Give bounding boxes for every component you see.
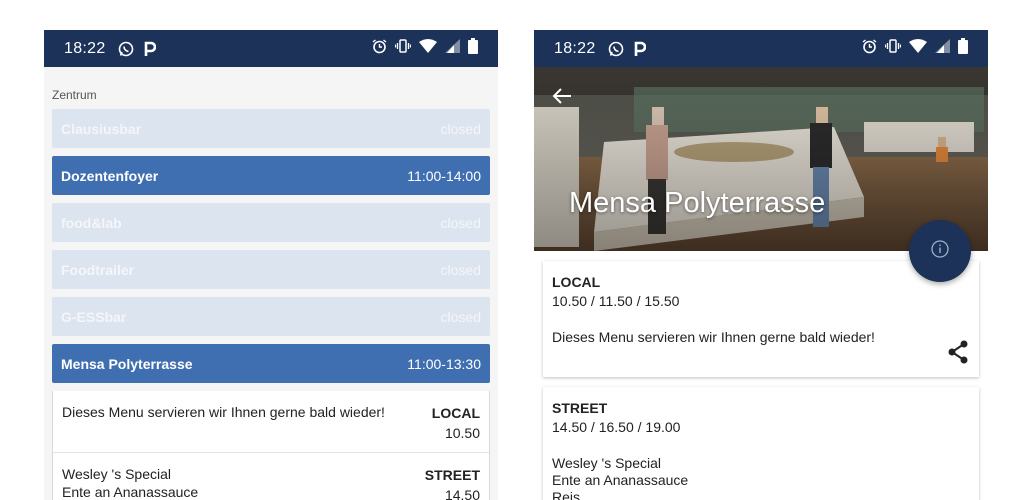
venue-hours: 11:00-13:30: [407, 355, 481, 372]
menu-list: Dieses Menu servieren wir Ihnen gerne ba…: [52, 391, 490, 500]
menu-desc-line: Ente an Ananassauce: [552, 472, 689, 488]
status-time: 18:22: [554, 39, 596, 57]
venue-row-food-lab[interactable]: food&lab closed: [52, 203, 490, 242]
venue-name: Mensa Polyterrasse: [61, 355, 193, 372]
menu-row[interactable]: Wesley 's Special Ente an Ananassauce ST…: [53, 453, 489, 500]
vibrate-icon: [884, 39, 902, 58]
menu-prices: 10.50 / 11.50 / 15.50: [552, 293, 680, 309]
signal-icon: [445, 39, 460, 58]
venue-row-clausiusbar[interactable]: Clausiusbar closed: [52, 109, 490, 148]
alarm-icon: [862, 38, 877, 59]
menu-category: LOCAL: [431, 405, 480, 421]
menu-card-street: STREET 14.50 / 16.50 / 19.00 Wesley 's S…: [543, 387, 979, 500]
cafeteria-photo: [534, 67, 988, 251]
venue-hours: 11:00-14:00: [407, 167, 481, 184]
left-screen: 18:22 Zentrum Clausiusbar closed Dozente…: [44, 30, 498, 500]
menu-description: Dieses Menu servieren wir Ihnen gerne ba…: [552, 329, 970, 346]
menu-desc-line: Reis: [552, 489, 581, 500]
back-arrow-icon[interactable]: [552, 87, 572, 105]
status-time: 18:22: [64, 39, 106, 57]
menu-price: 10.50: [444, 425, 480, 441]
battery-icon: [958, 38, 968, 59]
venue-name: G-ESSbar: [61, 308, 127, 325]
venue-hours: closed: [440, 308, 481, 325]
signal-icon: [935, 39, 950, 58]
menu-description: Dieses Menu servieren wir Ihnen gerne ba…: [62, 403, 385, 443]
venue-row-g-essbar[interactable]: G-ESSbar closed: [52, 297, 490, 336]
menu-meta: STREET 14.50: [425, 465, 480, 500]
battery-icon: [468, 38, 478, 59]
venue-name: Clausiusbar: [61, 120, 142, 137]
info-button[interactable]: [909, 220, 971, 282]
status-bar: 18:22: [44, 30, 498, 67]
menu-description: Wesley 's Special Ente an Ananassauce Re…: [552, 455, 970, 500]
whatsapp-icon: [608, 41, 624, 57]
section-label: Zentrum: [52, 88, 97, 102]
page-title: Mensa Polyterrasse: [569, 187, 826, 219]
menu-price: 14.50: [444, 487, 480, 500]
wifi-icon: [419, 39, 437, 58]
menu-card-local: LOCAL 10.50 / 11.50 / 15.50 Dieses Menu …: [543, 261, 979, 377]
venue-hours: closed: [440, 214, 481, 231]
share-icon[interactable]: [947, 340, 969, 367]
venue-row-mensa-polyterrasse[interactable]: Mensa Polyterrasse 11:00-13:30: [52, 344, 490, 383]
whatsapp-icon: [118, 41, 134, 57]
menu-prices: 14.50 / 16.50 / 19.00: [552, 419, 681, 435]
vibrate-icon: [394, 39, 412, 58]
menu-row[interactable]: Dieses Menu servieren wir Ihnen gerne ba…: [53, 391, 489, 453]
parking-icon: [634, 41, 646, 57]
venue-row-foodtrailer[interactable]: Foodtrailer closed: [52, 250, 490, 289]
menu-category: STREET: [552, 400, 608, 416]
menu-desc-line: Wesley 's Special: [62, 466, 172, 482]
menu-description: Wesley 's Special Ente an Ananassauce: [62, 465, 198, 500]
parking-icon: [144, 41, 156, 57]
status-bar: 18:22: [534, 30, 988, 67]
venue-name: Foodtrailer: [61, 261, 135, 278]
venue-name: Dozentenfoyer: [61, 167, 159, 184]
menu-desc-line: Ente an Ananassauce: [62, 484, 199, 500]
right-screen: 18:22 Mensa Polyterrasse LOCAL 10.50 / 1…: [534, 30, 988, 500]
menu-meta: LOCAL 10.50: [432, 403, 480, 443]
menu-desc-line: Wesley 's Special: [552, 455, 662, 471]
menu-desc-line: Dieses Menu servieren wir Ihnen gerne ba…: [552, 329, 875, 345]
info-icon: [931, 239, 949, 263]
venue-name: food&lab: [61, 214, 122, 231]
menu-category: STREET: [424, 467, 480, 483]
venue-row-dozentenfoyer[interactable]: Dozentenfoyer 11:00-14:00: [52, 156, 490, 195]
alarm-icon: [372, 38, 387, 59]
menu-desc-line: Dieses Menu servieren wir Ihnen gerne ba…: [62, 404, 385, 420]
venue-hours: closed: [440, 120, 481, 137]
menu-category: LOCAL: [552, 274, 601, 290]
wifi-icon: [909, 39, 927, 58]
venue-hours: closed: [440, 261, 481, 278]
header-image: Mensa Polyterrasse: [534, 67, 988, 251]
